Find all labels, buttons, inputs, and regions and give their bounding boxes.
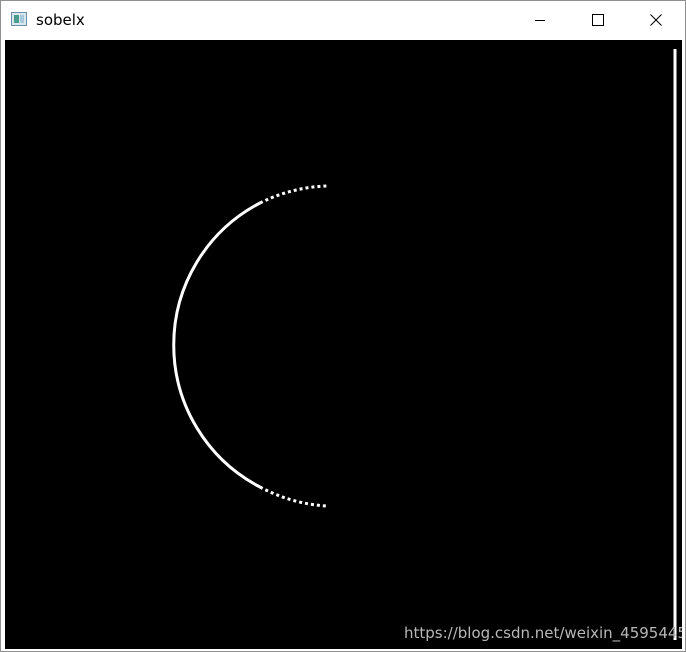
close-button[interactable]	[627, 1, 685, 39]
image-canvas: https://blog.csdn.net/weixin_45954454	[5, 40, 682, 649]
window-title: sobelx	[36, 11, 85, 29]
app-window-icon[interactable]	[11, 12, 27, 26]
sobel-edge-image	[172, 49, 677, 640]
maximize-button[interactable]	[569, 1, 627, 39]
title-bar[interactable]: sobelx	[1, 1, 685, 39]
app-window: sobelx https://blog.csdn.net/weixin_4595…	[0, 0, 686, 652]
maximize-icon	[592, 14, 604, 26]
minimize-button[interactable]	[511, 1, 569, 39]
arc-edge	[172, 201, 261, 489]
arc-edge-bottom-dots	[259, 485, 328, 508]
close-icon	[650, 14, 662, 26]
watermark-text: https://blog.csdn.net/weixin_45954454	[404, 624, 682, 642]
arc-edge-top-dots	[259, 184, 328, 205]
minimize-icon	[535, 20, 545, 21]
